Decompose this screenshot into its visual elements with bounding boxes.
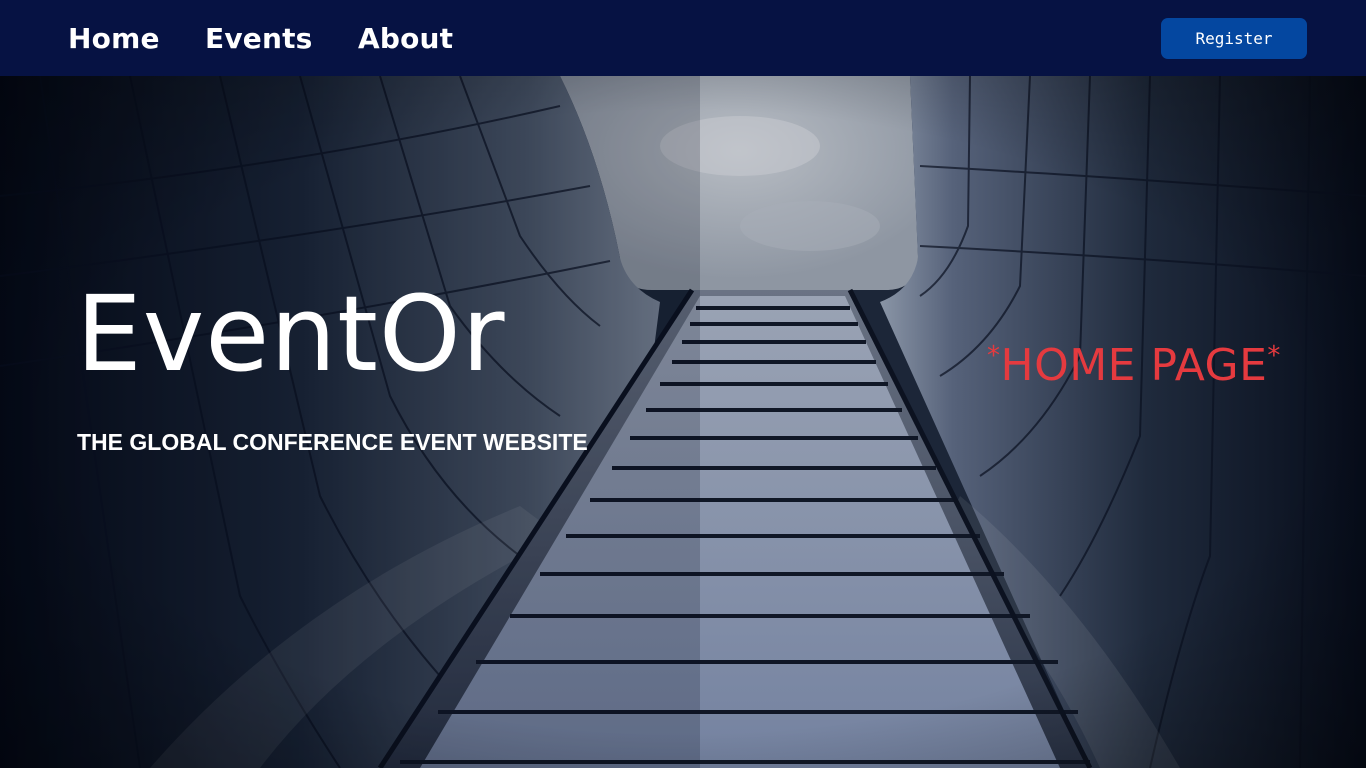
- page-tag-star-right: *: [1267, 341, 1281, 371]
- hero-section: EventOr THE GLOBAL CONFERENCE EVENT WEBS…: [0, 76, 1366, 768]
- page-tag-star-left: *: [987, 341, 1001, 371]
- top-navbar: Home Events About Register: [0, 0, 1366, 76]
- page-tag: *HOME PAGE*: [987, 329, 1281, 393]
- page-tag-text: HOME PAGE: [1000, 340, 1268, 391]
- nav-link-events[interactable]: Events: [205, 20, 313, 58]
- nav-link-about[interactable]: About: [358, 20, 453, 58]
- hero-title: EventOr: [76, 273, 506, 395]
- hero-tagline: THE GLOBAL CONFERENCE EVENT WEBSITE: [77, 429, 588, 455]
- hero-background-image: [0, 76, 1366, 768]
- register-button[interactable]: Register: [1161, 18, 1307, 59]
- nav-link-home[interactable]: Home: [68, 20, 160, 58]
